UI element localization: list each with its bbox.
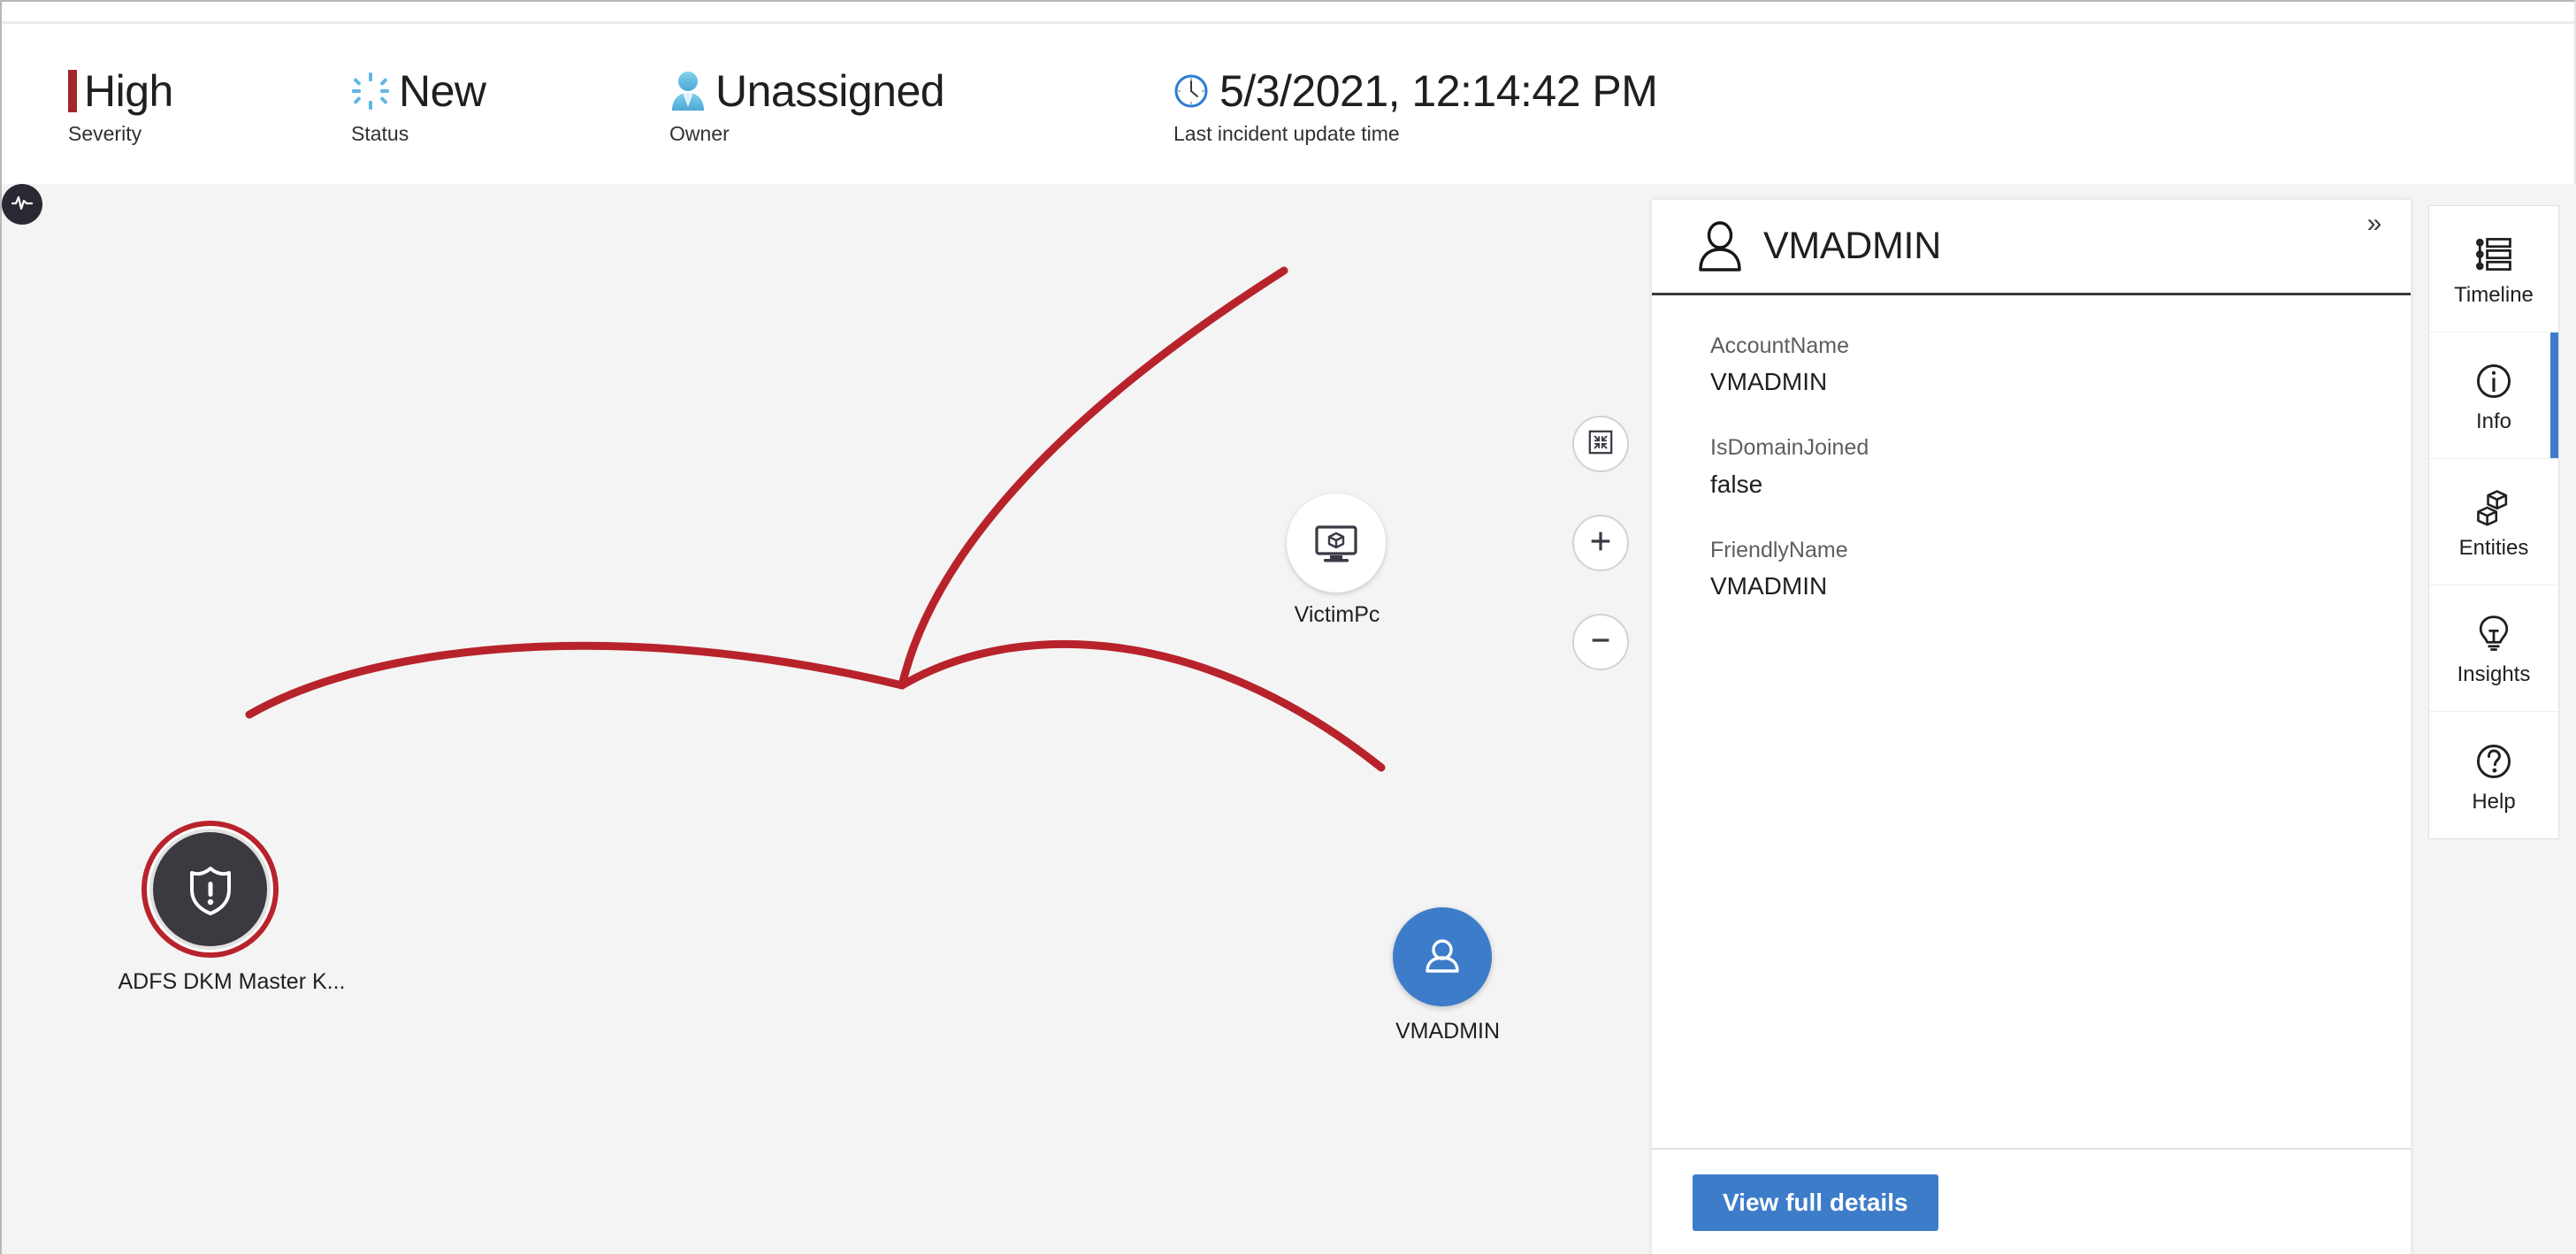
fit-to-screen-button[interactable] <box>1572 416 1629 472</box>
owner-value: Unassigned <box>715 66 945 116</box>
owner-label: Owner <box>669 122 730 145</box>
entities-cubes-icon <box>2471 485 2517 531</box>
fit-screen-icon <box>1587 429 1614 460</box>
rail-item-timeline-label: Timeline <box>2454 283 2534 307</box>
details-panel-title: VMADMIN <box>1763 225 1941 267</box>
incident-summary-header: High Severity New Status Unassigned Owne… <box>2 27 2574 184</box>
graph-node-alert-label: ADFS DKM Master K... <box>118 969 346 994</box>
right-navigation-rail: Timeline Info Entities Insights Help <box>2428 205 2559 839</box>
graph-edges <box>245 266 1386 772</box>
property-key: IsDomainJoined <box>1710 435 1869 461</box>
header-item-severity: High Severity <box>68 64 351 161</box>
owner-person-icon <box>669 71 707 111</box>
graph-node-vmadmin[interactable]: VMADMIN <box>1350 907 1545 1058</box>
view-full-details-button[interactable]: View full details <box>1693 1174 1938 1231</box>
property-row: AccountName VMADMIN <box>1710 333 2411 397</box>
rail-item-insights-label: Insights <box>2457 662 2531 686</box>
rail-item-insights[interactable]: Insights <box>2429 585 2558 712</box>
rail-item-entities-label: Entities <box>2458 536 2529 560</box>
status-value: New <box>399 66 486 116</box>
property-value: VMADMIN <box>1710 571 1828 600</box>
last-update-value: 5/3/2021, 12:14:42 PM <box>1219 66 1658 116</box>
property-row: FriendlyName VMADMIN <box>1710 537 2411 601</box>
info-circle-icon <box>2471 358 2517 404</box>
account-person-icon <box>1696 220 1744 272</box>
rail-item-timeline[interactable]: Timeline <box>2429 206 2558 333</box>
minus-icon <box>1587 627 1614 658</box>
timeline-icon <box>2471 232 2517 278</box>
severity-label: Severity <box>68 122 142 145</box>
header-item-owner: Unassigned Owner <box>669 64 1173 161</box>
status-new-icon <box>351 72 390 111</box>
severity-value: High <box>84 66 173 116</box>
property-value: VMADMIN <box>1710 368 1828 396</box>
graph-node-vmadmin-label: VMADMIN <box>1395 1019 1501 1044</box>
edge-junction-to-victimpc <box>898 266 1288 690</box>
header-item-status: New Status <box>351 64 669 161</box>
window-top-strip <box>2 2 2574 24</box>
rail-item-entities[interactable]: Entities <box>2429 459 2558 585</box>
lightbulb-icon <box>2471 611 2517 657</box>
zoom-in-button[interactable] <box>1572 515 1629 571</box>
details-panel-header: VMADMIN » <box>1652 200 2411 295</box>
edge-junction-to-vmadmin <box>898 639 1386 772</box>
clock-icon <box>1173 73 1209 109</box>
rail-item-help-label: Help <box>2472 789 2516 814</box>
header-item-last-update: 5/3/2021, 12:14:42 PM Last incident upda… <box>1173 64 1792 161</box>
plus-icon <box>1587 528 1614 559</box>
last-update-label: Last incident update time <box>1173 122 1400 145</box>
shield-alert-icon <box>153 832 267 946</box>
rail-item-info-label: Info <box>2475 409 2512 433</box>
graph-zoom-controls <box>1572 416 1629 713</box>
property-value: false <box>1710 470 1763 498</box>
zoom-out-button[interactable] <box>1572 614 1629 670</box>
host-monitor-icon <box>1287 493 1386 593</box>
details-panel-footer: View full details <box>1652 1148 2411 1254</box>
graph-node-victimpc[interactable]: VictimPc <box>1231 493 1443 635</box>
rail-item-help[interactable]: Help <box>2429 712 2558 838</box>
incident-graph-page: High Severity New Status Unassigned Owne… <box>0 0 2576 1254</box>
graph-node-victimpc-label: VictimPc <box>1294 602 1380 627</box>
property-row: IsDomainJoined false <box>1710 434 2411 499</box>
details-panel-properties: AccountName VMADMIN IsDomainJoined false… <box>1652 295 2411 1148</box>
property-key: FriendlyName <box>1710 537 1848 562</box>
rail-item-info[interactable]: Info <box>2429 333 2558 459</box>
severity-bar-icon <box>68 70 77 112</box>
edge-alert-to-junction <box>245 641 906 719</box>
question-circle-icon <box>2471 738 2517 784</box>
account-person-icon <box>1393 907 1492 1006</box>
entity-details-panel: VMADMIN » AccountName VMADMIN IsDomainJo… <box>1652 200 2411 1254</box>
property-key: AccountName <box>1710 333 1850 358</box>
status-label: Status <box>351 122 409 145</box>
graph-node-alert[interactable]: ADFS DKM Master K... <box>95 821 369 1015</box>
chevron-double-right-icon[interactable]: » <box>2358 207 2391 241</box>
